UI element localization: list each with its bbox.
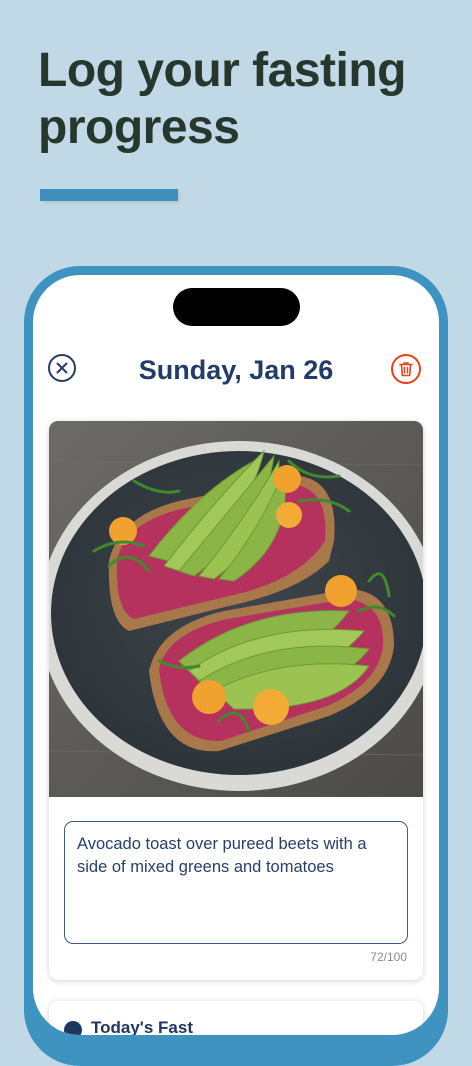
meal-photo[interactable] [49, 421, 423, 797]
todays-fast-label: Today's Fast [91, 1018, 193, 1035]
headline-line-1: Log your fasting [38, 44, 406, 97]
headline-underline [40, 189, 178, 201]
character-count: 72/100 [370, 950, 407, 964]
page-title: Sunday, Jan 26 [138, 355, 334, 385]
todays-fast-card[interactable]: Today's Fast [49, 1001, 423, 1035]
dynamic-island [173, 288, 300, 326]
clock-icon [64, 1021, 82, 1035]
phone-screen: Sunday, Jan 26 Avocado toast over pureed… [33, 275, 439, 1035]
trash-icon [399, 362, 413, 377]
meal-note-input[interactable]: Avocado toast over pureed beets with a s… [64, 821, 408, 944]
delete-button[interactable] [391, 354, 421, 384]
marketing-headline: Log your fasting progress [38, 42, 406, 156]
headline-line-2: progress [38, 101, 240, 154]
meal-entry-card: Avocado toast over pureed beets with a s… [49, 421, 423, 980]
